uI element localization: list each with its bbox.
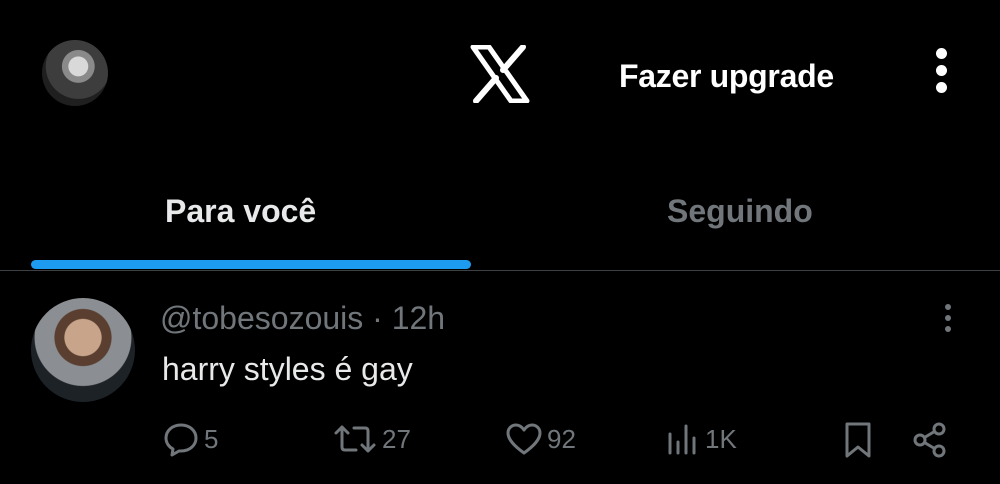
like-icon	[506, 423, 542, 455]
retweet-button[interactable]: 27	[332, 420, 411, 458]
share-icon	[913, 422, 946, 458]
retweet-icon	[334, 425, 376, 453]
tweet-more-icon[interactable]	[938, 304, 958, 340]
reply-count: 5	[204, 423, 219, 454]
retweet-count: 27	[382, 423, 411, 454]
x-logo-icon[interactable]	[470, 45, 530, 103]
like-count: 92	[547, 423, 576, 454]
tweet-author-avatar[interactable]	[31, 298, 135, 402]
upgrade-button[interactable]: Fazer upgrade	[619, 58, 834, 95]
tweet-meta: @tobesozouis · 12h	[160, 300, 445, 337]
tweet-handle[interactable]: @tobesozouis	[160, 300, 363, 336]
active-tab-indicator	[31, 260, 471, 269]
tabs-divider	[0, 270, 1000, 271]
views-icon	[668, 424, 696, 455]
like-button[interactable]: 92	[505, 420, 576, 458]
tweet-time[interactable]: 12h	[392, 300, 445, 336]
reply-button[interactable]: 5	[162, 420, 218, 458]
profile-avatar[interactable]	[42, 40, 108, 106]
views-button[interactable]: 1K	[665, 420, 737, 458]
tweet-text: harry styles é gay	[162, 351, 413, 387]
views-count: 1K	[705, 423, 737, 454]
tab-following[interactable]: Seguindo	[667, 193, 813, 230]
more-vertical-icon[interactable]	[926, 48, 956, 100]
bookmark-icon	[845, 422, 871, 458]
reply-icon	[164, 423, 198, 457]
tab-for-you[interactable]: Para você	[165, 193, 316, 230]
share-button[interactable]	[910, 420, 950, 460]
bookmark-button[interactable]	[842, 420, 874, 460]
meta-separator: ·	[363, 300, 392, 336]
